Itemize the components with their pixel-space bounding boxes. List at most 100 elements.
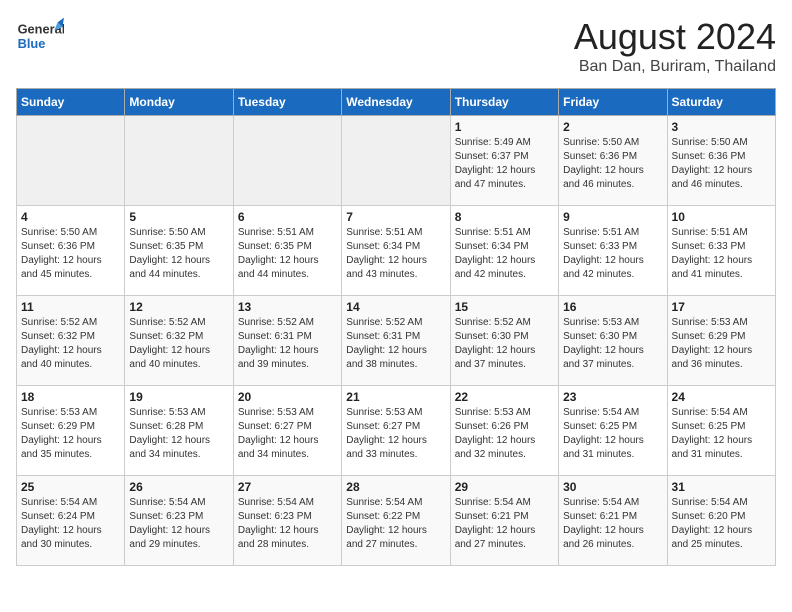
week-row-4: 18 Sunrise: 5:53 AM Sunset: 6:29 PM Dayli…	[17, 386, 776, 476]
day-cell: 5 Sunrise: 5:50 AM Sunset: 6:35 PM Daylig…	[125, 206, 233, 296]
day-number: 3	[672, 120, 771, 134]
day-cell: 22 Sunrise: 5:53 AM Sunset: 6:26 PM Dayli…	[450, 386, 558, 476]
day-number: 6	[238, 210, 337, 224]
day-number: 7	[346, 210, 445, 224]
day-info: Sunrise: 5:51 AM Sunset: 6:34 PM Dayligh…	[455, 226, 554, 282]
day-info: Sunrise: 5:52 AM Sunset: 6:31 PM Dayligh…	[238, 316, 337, 372]
day-number: 27	[238, 480, 337, 494]
day-info: Sunrise: 5:53 AM Sunset: 6:27 PM Dayligh…	[346, 406, 445, 462]
day-cell: 14 Sunrise: 5:52 AM Sunset: 6:31 PM Dayli…	[342, 296, 450, 386]
logo-icon: General Blue	[16, 16, 64, 56]
month-year-title: August 2024	[574, 16, 776, 58]
week-row-1: 1 Sunrise: 5:49 AM Sunset: 6:37 PM Daylig…	[17, 116, 776, 206]
day-cell: 31 Sunrise: 5:54 AM Sunset: 6:20 PM Dayli…	[667, 476, 775, 566]
day-cell: 1 Sunrise: 5:49 AM Sunset: 6:37 PM Daylig…	[450, 116, 558, 206]
weekday-header-tuesday: Tuesday	[233, 89, 341, 116]
day-info: Sunrise: 5:53 AM Sunset: 6:29 PM Dayligh…	[21, 406, 120, 462]
day-info: Sunrise: 5:52 AM Sunset: 6:32 PM Dayligh…	[129, 316, 228, 372]
day-number: 20	[238, 390, 337, 404]
day-info: Sunrise: 5:51 AM Sunset: 6:34 PM Dayligh…	[346, 226, 445, 282]
day-number: 29	[455, 480, 554, 494]
day-cell: 16 Sunrise: 5:53 AM Sunset: 6:30 PM Dayli…	[559, 296, 667, 386]
day-number: 21	[346, 390, 445, 404]
day-cell: 13 Sunrise: 5:52 AM Sunset: 6:31 PM Dayli…	[233, 296, 341, 386]
day-info: Sunrise: 5:53 AM Sunset: 6:29 PM Dayligh…	[672, 316, 771, 372]
day-info: Sunrise: 5:50 AM Sunset: 6:36 PM Dayligh…	[21, 226, 120, 282]
calendar-table: SundayMondayTuesdayWednesdayThursdayFrid…	[16, 88, 776, 566]
day-cell: 19Sunrise: 5:53 AM Sunset: 6:28 PM Dayli…	[125, 386, 233, 476]
day-cell	[17, 116, 125, 206]
day-number: 23	[563, 390, 662, 404]
day-info: Sunrise: 5:54 AM Sunset: 6:21 PM Dayligh…	[455, 496, 554, 552]
day-number: 15	[455, 300, 554, 314]
day-number: 16	[563, 300, 662, 314]
week-row-5: 25Sunrise: 5:54 AM Sunset: 6:24 PM Dayli…	[17, 476, 776, 566]
header: General Blue August 2024 Ban Dan, Burira…	[16, 16, 776, 76]
day-info: Sunrise: 5:54 AM Sunset: 6:23 PM Dayligh…	[129, 496, 228, 552]
day-number: 25	[21, 480, 120, 494]
day-number: 31	[672, 480, 771, 494]
day-number: 1	[455, 120, 554, 134]
day-cell: 2 Sunrise: 5:50 AM Sunset: 6:36 PM Daylig…	[559, 116, 667, 206]
day-info: Sunrise: 5:50 AM Sunset: 6:36 PM Dayligh…	[672, 136, 771, 192]
day-cell	[233, 116, 341, 206]
day-number: 4	[21, 210, 120, 224]
day-cell: 7 Sunrise: 5:51 AM Sunset: 6:34 PM Daylig…	[342, 206, 450, 296]
day-info: Sunrise: 5:52 AM Sunset: 6:31 PM Dayligh…	[346, 316, 445, 372]
day-info: Sunrise: 5:53 AM Sunset: 6:26 PM Dayligh…	[455, 406, 554, 462]
day-info: Sunrise: 5:52 AM Sunset: 6:32 PM Dayligh…	[21, 316, 120, 372]
day-info: Sunrise: 5:53 AM Sunset: 6:27 PM Dayligh…	[238, 406, 337, 462]
day-cell: 4 Sunrise: 5:50 AM Sunset: 6:36 PM Daylig…	[17, 206, 125, 296]
day-number: 9	[563, 210, 662, 224]
weekday-header-row: SundayMondayTuesdayWednesdayThursdayFrid…	[17, 89, 776, 116]
day-cell: 15 Sunrise: 5:52 AM Sunset: 6:30 PM Dayli…	[450, 296, 558, 386]
weekday-header-thursday: Thursday	[450, 89, 558, 116]
day-number: 11	[21, 300, 120, 314]
weekday-header-wednesday: Wednesday	[342, 89, 450, 116]
day-cell: 27 Sunrise: 5:54 AM Sunset: 6:23 PM Dayli…	[233, 476, 341, 566]
day-number: 2	[563, 120, 662, 134]
week-row-3: 11 Sunrise: 5:52 AM Sunset: 6:32 PM Dayli…	[17, 296, 776, 386]
day-number: 10	[672, 210, 771, 224]
weekday-header-friday: Friday	[559, 89, 667, 116]
day-info: Sunrise: 5:51 AM Sunset: 6:35 PM Dayligh…	[238, 226, 337, 282]
day-info: Sunrise: 5:54 AM Sunset: 6:20 PM Dayligh…	[672, 496, 771, 552]
day-info: Sunrise: 5:50 AM Sunset: 6:36 PM Dayligh…	[563, 136, 662, 192]
day-info: Sunrise: 5:51 AM Sunset: 6:33 PM Dayligh…	[563, 226, 662, 282]
day-number: 5	[129, 210, 228, 224]
day-number: 18	[21, 390, 120, 404]
day-info: Sunrise: 5:49 AM Sunset: 6:37 PM Dayligh…	[455, 136, 554, 192]
day-info: Sunrise: 5:53 AM Sunset: 6:30 PM Dayligh…	[563, 316, 662, 372]
location-subtitle: Ban Dan, Buriram, Thailand	[574, 58, 776, 76]
day-number: 14	[346, 300, 445, 314]
day-cell: 30Sunrise: 5:54 AM Sunset: 6:21 PM Dayli…	[559, 476, 667, 566]
day-info: Sunrise: 5:51 AM Sunset: 6:33 PM Dayligh…	[672, 226, 771, 282]
day-cell: 18 Sunrise: 5:53 AM Sunset: 6:29 PM Dayli…	[17, 386, 125, 476]
day-cell: 25Sunrise: 5:54 AM Sunset: 6:24 PM Dayli…	[17, 476, 125, 566]
day-number: 13	[238, 300, 337, 314]
day-cell: 3 Sunrise: 5:50 AM Sunset: 6:36 PM Daylig…	[667, 116, 775, 206]
day-number: 28	[346, 480, 445, 494]
day-info: Sunrise: 5:52 AM Sunset: 6:30 PM Dayligh…	[455, 316, 554, 372]
week-row-2: 4 Sunrise: 5:50 AM Sunset: 6:36 PM Daylig…	[17, 206, 776, 296]
day-number: 24	[672, 390, 771, 404]
weekday-header-saturday: Saturday	[667, 89, 775, 116]
day-info: Sunrise: 5:54 AM Sunset: 6:25 PM Dayligh…	[672, 406, 771, 462]
day-info: Sunrise: 5:53 AM Sunset: 6:28 PM Dayligh…	[129, 406, 228, 462]
day-cell: 8 Sunrise: 5:51 AM Sunset: 6:34 PM Daylig…	[450, 206, 558, 296]
day-cell: 20 Sunrise: 5:53 AM Sunset: 6:27 PM Dayli…	[233, 386, 341, 476]
day-info: Sunrise: 5:54 AM Sunset: 6:23 PM Dayligh…	[238, 496, 337, 552]
day-number: 22	[455, 390, 554, 404]
day-cell: 17 Sunrise: 5:53 AM Sunset: 6:29 PM Dayli…	[667, 296, 775, 386]
day-info: Sunrise: 5:50 AM Sunset: 6:35 PM Dayligh…	[129, 226, 228, 282]
day-cell	[342, 116, 450, 206]
day-cell: 12Sunrise: 5:52 AM Sunset: 6:32 PM Dayli…	[125, 296, 233, 386]
day-number: 8	[455, 210, 554, 224]
day-cell: 29 Sunrise: 5:54 AM Sunset: 6:21 PM Dayli…	[450, 476, 558, 566]
title-area: August 2024 Ban Dan, Buriram, Thailand	[574, 16, 776, 76]
day-cell: 24 Sunrise: 5:54 AM Sunset: 6:25 PM Dayli…	[667, 386, 775, 476]
day-cell: 9 Sunrise: 5:51 AM Sunset: 6:33 PM Daylig…	[559, 206, 667, 296]
day-cell: 11 Sunrise: 5:52 AM Sunset: 6:32 PM Dayli…	[17, 296, 125, 386]
day-number: 17	[672, 300, 771, 314]
day-number: 26	[129, 480, 228, 494]
